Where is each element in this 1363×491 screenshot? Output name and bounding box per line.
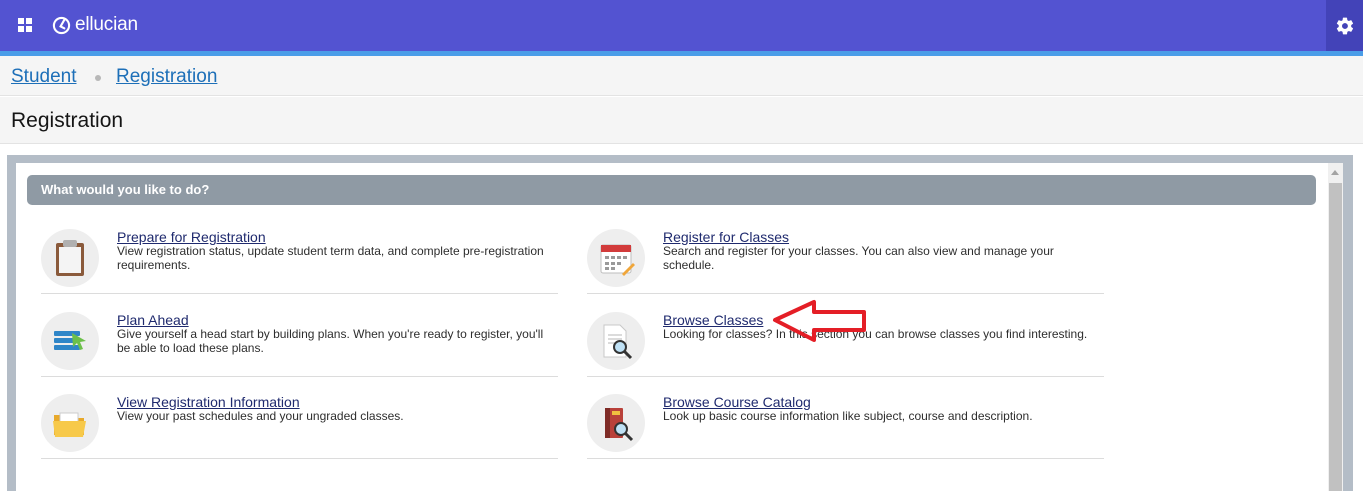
ellucian-logo-icon <box>52 16 71 34</box>
breadcrumb: Student Registration <box>0 56 1363 96</box>
red-arrow-icon <box>773 300 866 342</box>
option-plan-ahead: Plan Ahead Give yourself a head start by… <box>41 312 558 377</box>
settings-button[interactable] <box>1326 0 1363 51</box>
grid-icon[interactable] <box>18 18 32 32</box>
view-registration-information-link[interactable]: View Registration Information <box>117 394 300 410</box>
prepare-for-registration-desc: View registration status, update student… <box>117 244 544 272</box>
title-bar: Registration <box>0 97 1363 144</box>
panel-header: What would you like to do? <box>27 175 1316 205</box>
breadcrumb-separator <box>95 75 101 81</box>
register-for-classes-link[interactable]: Register for Classes <box>663 229 789 245</box>
plan-list-icon <box>41 312 99 370</box>
browse-course-catalog-desc: Look up basic course information like su… <box>663 409 1033 423</box>
register-for-classes-desc: Search and register for your classes. Yo… <box>663 244 1054 272</box>
breadcrumb-registration[interactable]: Registration <box>116 66 217 88</box>
breadcrumb-student[interactable]: Student <box>11 66 77 88</box>
folder-icon <box>41 394 99 452</box>
view-registration-information-desc: View your past schedules and your ungrad… <box>117 409 404 423</box>
browse-classes-desc: Looking for classes? In this section you… <box>663 327 1088 341</box>
option-browse-course-catalog: Browse Course Catalog Look up basic cour… <box>587 394 1104 459</box>
brand-name: ellucian <box>75 14 138 35</box>
gear-icon <box>1336 17 1353 34</box>
browse-course-catalog-link[interactable]: Browse Course Catalog <box>663 394 811 410</box>
scrollbar-thumb[interactable] <box>1329 183 1342 491</box>
option-view-registration-information: View Registration Information View your … <box>41 394 558 459</box>
prepare-for-registration-link[interactable]: Prepare for Registration <box>117 229 266 245</box>
book-search-icon <box>587 394 645 452</box>
document-search-icon <box>587 312 645 370</box>
top-bar <box>0 0 1363 51</box>
plan-ahead-desc: Give yourself a head start by building p… <box>117 327 544 355</box>
calendar-icon <box>587 229 645 287</box>
ellucian-logo[interactable]: ellucian <box>52 14 138 36</box>
scroll-up-icon[interactable] <box>1331 170 1339 175</box>
option-register-for-classes: Register for Classes Search and register… <box>587 229 1104 294</box>
option-prepare-for-registration: Prepare for Registration View registrati… <box>41 229 558 294</box>
page-title: Registration <box>11 109 124 132</box>
clipboard-icon <box>41 229 99 287</box>
browse-classes-link[interactable]: Browse Classes <box>663 312 763 328</box>
plan-ahead-link[interactable]: Plan Ahead <box>117 312 189 328</box>
